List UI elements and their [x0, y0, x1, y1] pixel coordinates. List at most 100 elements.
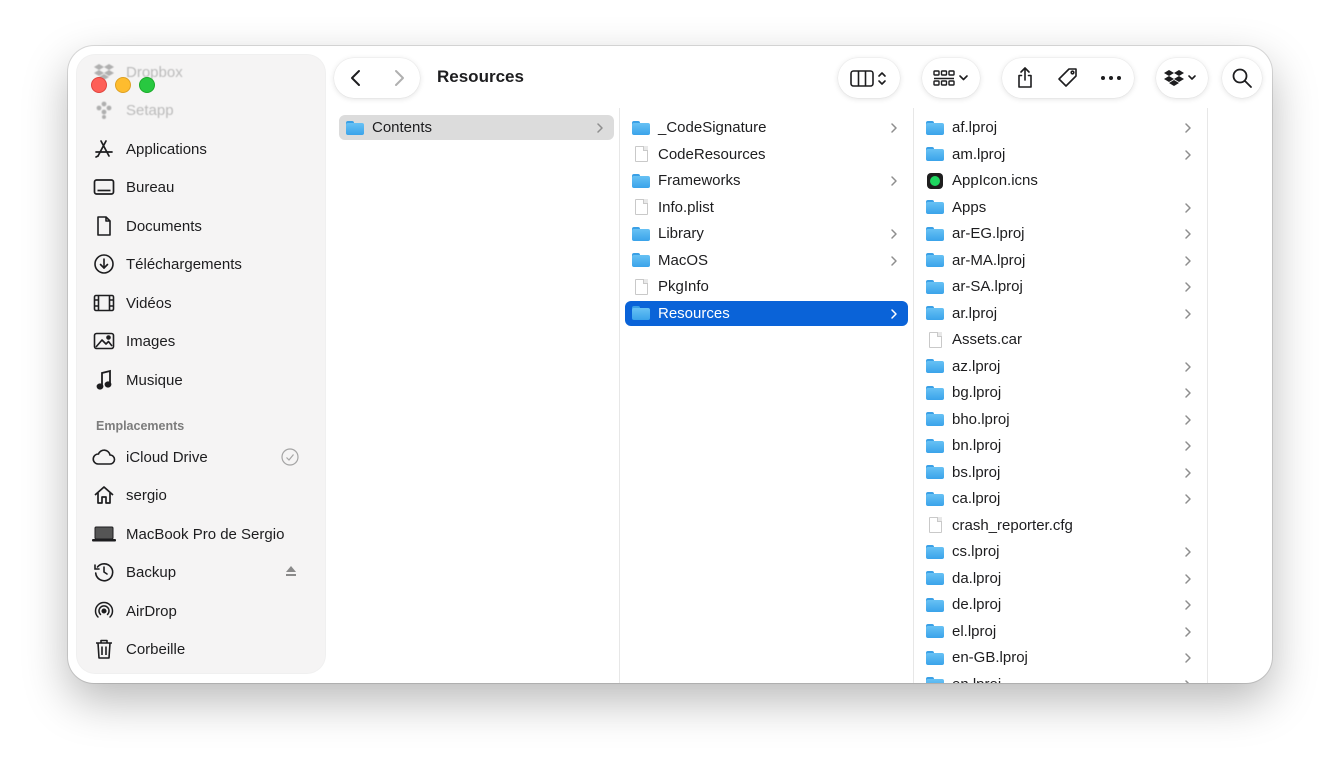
group-button[interactable] [922, 58, 980, 98]
sidebar-item-label: AirDrop [126, 602, 177, 620]
file-row[interactable]: Assets.car [919, 327, 1202, 352]
file-row[interactable]: ar.lproj [919, 301, 1202, 326]
file-name: da.lproj [952, 569, 1002, 587]
file-row[interactable]: Frameworks [625, 168, 908, 193]
more-icon [1101, 76, 1121, 80]
sidebar-item-bureau[interactable]: Bureau [91, 172, 313, 202]
file-name: Apps [952, 198, 987, 216]
sidebar-item-images[interactable]: Images [91, 326, 313, 356]
file-row[interactable]: crash_reporter.cfg [919, 513, 1202, 538]
file-row[interactable]: _CodeSignature [625, 115, 908, 140]
forward-button[interactable] [379, 58, 419, 98]
home-icon [91, 484, 117, 506]
tag-button[interactable] [1048, 58, 1088, 98]
file-name: bg.lproj [952, 384, 1002, 401]
window-title: Resources [437, 67, 524, 86]
folder-icon [926, 544, 944, 560]
file-row[interactable]: ar-EG.lproj [919, 221, 1202, 246]
file-row[interactable]: en-GB.lproj [919, 645, 1202, 670]
file-row[interactable]: AppIcon.icns [919, 168, 1202, 193]
sidebar-item-setapp[interactable]: Setapp [91, 95, 313, 125]
chevron-right-icon [1184, 466, 1192, 483]
sidebar-item-icloud-drive[interactable]: iCloud Drive [91, 442, 313, 472]
file-name: ar-SA.lproj [952, 278, 1023, 295]
file-row[interactable]: PkgInfo [625, 274, 908, 299]
file-row[interactable]: el.lproj [919, 619, 1202, 644]
file-row[interactable]: af.lproj [919, 115, 1202, 140]
sidebar-item-label: Applications [126, 140, 207, 158]
chevron-right-icon [890, 254, 898, 271]
folder-icon [926, 570, 944, 586]
column-2: _CodeSignature CodeResources Frameworks Inf… [620, 108, 914, 683]
desktop-icon [91, 176, 117, 198]
file-row[interactable]: Contents [339, 115, 614, 140]
applications-icon [91, 138, 117, 160]
file-row[interactable]: MacOS [625, 248, 908, 273]
file-row[interactable]: en.lproj [919, 672, 1202, 683]
file-name: az.lproj [952, 357, 1001, 375]
chevron-right-icon [1184, 413, 1192, 430]
file-row[interactable]: ar-MA.lproj [919, 248, 1202, 273]
sidebar-item-label: Backup [126, 563, 177, 581]
sidebar-item-macbook[interactable]: MacBook Pro de Sergio [91, 519, 313, 549]
share-button[interactable] [1005, 58, 1045, 98]
sidebar-item-label: sergio [126, 486, 167, 504]
file-row[interactable]: Info.plist [625, 195, 908, 220]
back-button[interactable] [336, 58, 376, 98]
file-row[interactable]: de.lproj [919, 592, 1202, 617]
sidebar-item-label: Documents [126, 217, 202, 235]
file-row[interactable]: ar-SA.lproj [919, 274, 1202, 299]
setapp-icon [91, 99, 117, 121]
sidebar-item-documents[interactable]: Documents [91, 211, 313, 241]
column-view-icon [849, 58, 889, 98]
sidebar-item-backup[interactable]: Backup [91, 557, 313, 587]
folder-icon [926, 120, 944, 136]
sidebar-item-musique[interactable]: Musique [91, 365, 313, 395]
sync-check-icon [281, 448, 299, 470]
file-row[interactable]: Resources [625, 300, 908, 326]
folder-icon [926, 358, 944, 374]
folder-icon [346, 120, 364, 136]
search-button[interactable] [1222, 58, 1262, 98]
sidebar-item-applications[interactable]: Applications [91, 134, 313, 164]
folder-icon [926, 226, 944, 242]
sidebar-item-videos[interactable]: Vidéos [91, 288, 313, 318]
file-row[interactable]: bho.lproj [919, 407, 1202, 432]
file-name: ar-EG.lproj [952, 225, 1025, 242]
chevron-right-icon [1184, 360, 1192, 377]
file-row[interactable]: Apps [919, 195, 1202, 220]
folder-icon [926, 279, 944, 295]
more-button[interactable] [1091, 58, 1131, 98]
file-row[interactable]: cs.lproj [919, 539, 1202, 564]
file-row[interactable]: bg.lproj [919, 380, 1202, 405]
close-window-button[interactable] [91, 77, 107, 93]
file-row[interactable]: bn.lproj [919, 433, 1202, 458]
minimize-window-button[interactable] [115, 77, 131, 93]
window-controls [91, 77, 155, 93]
file-row[interactable]: CodeResources [625, 142, 908, 167]
sidebar-item-label: MacBook Pro de Sergio [126, 525, 285, 543]
eject-icon[interactable] [283, 563, 299, 583]
chevron-right-icon [1184, 625, 1192, 642]
laptop-icon [91, 523, 117, 545]
file-row[interactable]: bs.lproj [919, 460, 1202, 485]
folder-icon [926, 491, 944, 507]
file-row[interactable]: az.lproj [919, 354, 1202, 379]
sidebar-item-telechargements[interactable]: Téléchargements [91, 249, 313, 279]
file-name: bs.lproj [952, 463, 1001, 481]
sidebar-item-sergio[interactable]: sergio [91, 480, 313, 510]
view-mode-button[interactable] [838, 58, 900, 98]
file-name: PkgInfo [658, 278, 709, 295]
file-row[interactable]: Library [625, 221, 908, 246]
chevron-right-icon [1184, 280, 1192, 297]
forward-chevron-icon [394, 70, 404, 86]
file-name: de.lproj [952, 596, 1002, 613]
file-row[interactable]: da.lproj [919, 566, 1202, 591]
sidebar-item-airdrop[interactable]: AirDrop [91, 596, 313, 626]
zoom-window-button[interactable] [139, 77, 155, 93]
file-row[interactable]: am.lproj [919, 142, 1202, 167]
dropbox-button[interactable] [1156, 58, 1208, 98]
sidebar-item-corbeille[interactable]: Corbeille [91, 634, 313, 664]
file-row[interactable]: ca.lproj [919, 486, 1202, 511]
folder-icon [926, 411, 944, 427]
